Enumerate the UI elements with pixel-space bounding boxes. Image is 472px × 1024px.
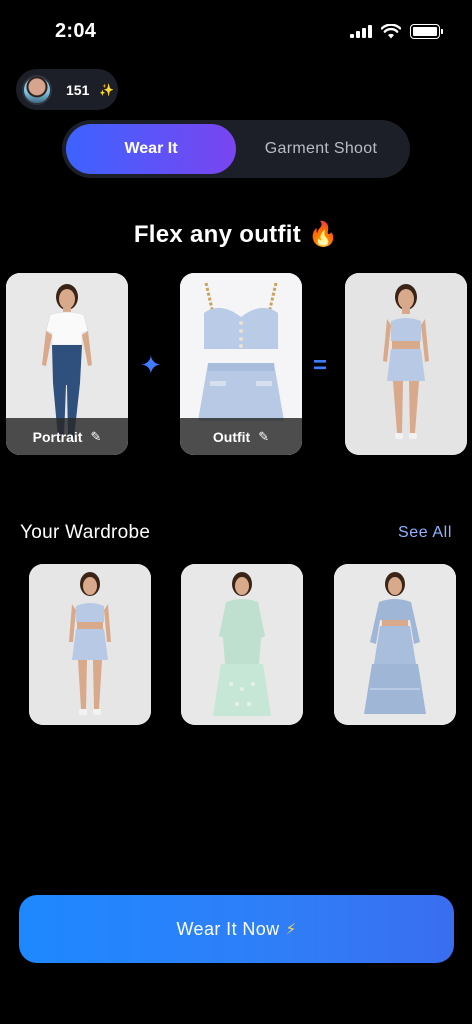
portrait-label-text: Portrait — [32, 428, 83, 445]
wardrobe-item[interactable] — [29, 564, 151, 725]
wardrobe-item[interactable] — [181, 564, 303, 725]
mode-tabs: Wear It Garment Shoot — [62, 120, 410, 178]
wardrobe-item-image — [334, 564, 456, 725]
page-headline: Flex any outfit 🔥 — [133, 221, 339, 248]
battery-icon — [410, 24, 443, 39]
lightning-icon: ⚡ — [285, 921, 297, 938]
see-all-link[interactable]: See All — [398, 524, 452, 542]
status-bar: 2:04 — [0, 0, 472, 60]
edit-pencil-icon: ✎ — [258, 428, 270, 444]
portrait-card[interactable]: Portrait ✎ — [6, 273, 128, 455]
wifi-icon — [381, 24, 401, 39]
wardrobe-item-image — [181, 564, 303, 725]
result-image — [345, 273, 467, 455]
sparkle-icon: ✨ — [99, 82, 115, 97]
outfit-card[interactable]: Outfit ✎ — [180, 273, 302, 455]
edit-pencil-icon: ✎ — [90, 428, 102, 444]
outfit-label[interactable]: Outfit ✎ — [180, 418, 302, 455]
status-icons — [350, 24, 443, 39]
result-card[interactable] — [345, 273, 467, 455]
wardrobe-item[interactable] — [334, 564, 456, 725]
signal-icon — [350, 25, 372, 38]
status-time: 2:04 — [55, 20, 97, 42]
avatar[interactable] — [22, 74, 52, 105]
portrait-label[interactable]: Portrait ✎ — [6, 418, 128, 455]
outfit-label-text: Outfit — [212, 428, 251, 445]
wardrobe-item-image — [29, 564, 151, 725]
tab-wear-it[interactable]: Wear It — [66, 124, 236, 174]
wear-it-now-button[interactable]: Wear It Now ⚡ — [19, 895, 454, 963]
sparkles-icon: ✦ — [140, 350, 162, 380]
credits-pill[interactable]: 151 ✨ — [16, 69, 118, 110]
wardrobe-title: Your Wardrobe — [20, 522, 151, 543]
equals-icon: = — [313, 352, 328, 379]
cta-label: Wear It Now — [176, 918, 280, 939]
credits-count: 151 — [66, 81, 90, 98]
tab-garment-shoot[interactable]: Garment Shoot — [236, 124, 406, 174]
